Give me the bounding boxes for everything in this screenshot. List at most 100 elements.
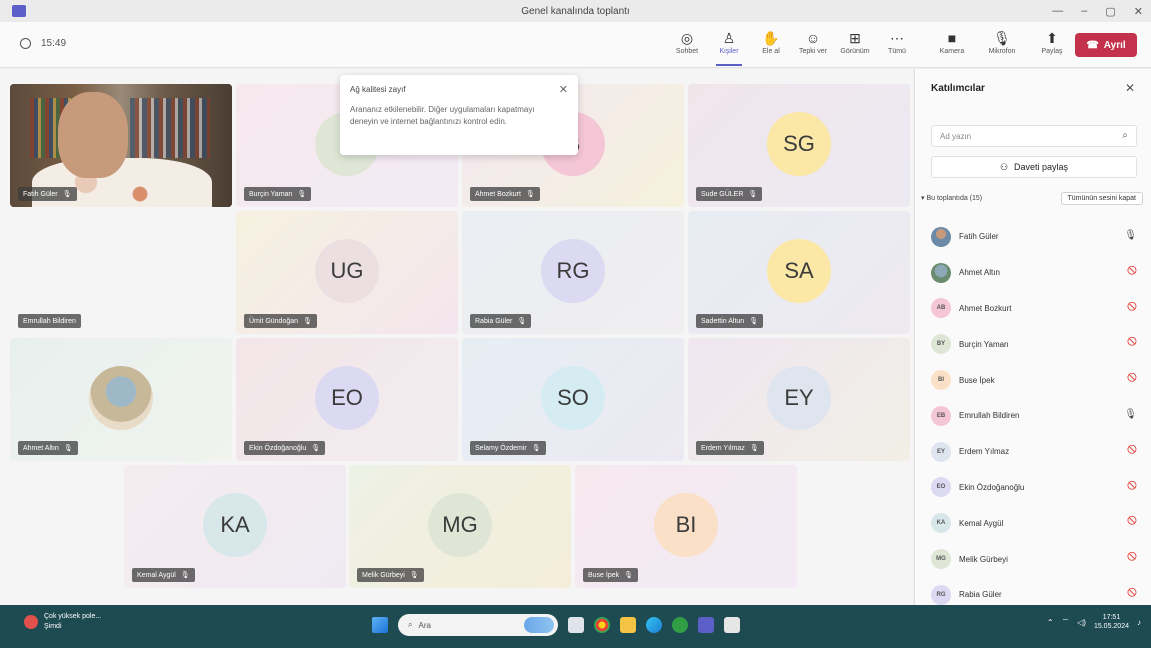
participant-row[interactable]: BI Buse İpek 🚫 <box>931 362 1137 398</box>
toolbar-people-button[interactable]: ♙ Kişiler <box>710 28 748 66</box>
toolbar-view-button[interactable]: ⊞ Görünüm <box>836 28 874 64</box>
chrome-icon[interactable] <box>594 617 610 633</box>
participant-search-input[interactable]: Ad yazın ⌕ <box>931 125 1137 147</box>
mic-off-icon[interactable]: 🚫 <box>1127 516 1137 525</box>
participant-tile[interactable]: MG Melik Gürbeyi 🎙 <box>349 465 571 588</box>
participant-name: Fatih Güler <box>959 232 999 242</box>
toolbar-chat-button[interactable]: ◎ Sohbet <box>668 28 706 64</box>
participant-tile[interactable]: Emrullah Bildiren <box>10 211 232 334</box>
participant-nametag: Sadettin Altun 🎙 <box>696 314 764 328</box>
file-explorer-icon[interactable] <box>620 617 636 633</box>
participant-row[interactable]: BY Burçin Yaman 🚫 <box>931 326 1137 362</box>
participant-name: Ahmet Altın <box>959 268 1000 278</box>
maximize-button[interactable]: ▢ <box>1105 5 1115 18</box>
section-label: Bu toplantıda (15) <box>926 195 983 202</box>
toolbar-raise-hand-label: Ele al <box>762 48 780 55</box>
toolbar-more-button[interactable]: ⋯ Tümü <box>878 28 916 64</box>
participant-row[interactable]: EY Erdem Yılmaz 🚫 <box>931 434 1137 470</box>
taskbar-search[interactable]: ⌕ Ara <box>398 614 558 636</box>
mic-off-icon[interactable]: 🚫 <box>1127 373 1137 382</box>
mic-off-icon[interactable]: 🚫 <box>1127 445 1137 454</box>
participant-tile[interactable]: Fatih Güler 🎙 <box>10 84 232 207</box>
participant-nametag: Sude GÜLER 🎙 <box>696 187 763 201</box>
participant-name: Buse İpek <box>588 571 620 579</box>
phone-hangup-icon: ☎ <box>1086 39 1099 51</box>
mic-off-icon[interactable]: 🚫 <box>1127 302 1137 311</box>
participant-row[interactable]: AB Ahmet Bozkurt 🚫 <box>931 291 1137 327</box>
mic-icon: 🎙 <box>517 318 527 325</box>
mic-off-icon[interactable]: 🚫 <box>1127 588 1137 597</box>
mic-off-icon[interactable]: 🚫 <box>1127 266 1137 275</box>
participant-tile[interactable]: Ahmet Altın 🎙 <box>10 338 232 461</box>
avatar <box>931 226 951 247</box>
close-window-button[interactable]: ✕ <box>1134 5 1143 18</box>
participant-tile[interactable]: KA Kemal Aygül 🎙 <box>124 465 346 588</box>
mic-icon: 🎙 <box>297 191 307 198</box>
close-icon[interactable]: ✕ <box>559 83 568 96</box>
weather-widget[interactable]: Çok yüksek pole... Şimdi <box>24 612 101 632</box>
minimize-button[interactable]: – <box>1081 5 1087 17</box>
participant-name: Kemal Aygül <box>137 571 176 579</box>
mic-icon[interactable]: 🎙 <box>1124 230 1137 241</box>
mic-off-icon[interactable]: 🚫 <box>1127 481 1137 490</box>
participant-tile[interactable]: EY Erdem Yılmaz 🎙 <box>688 338 910 461</box>
leave-button[interactable]: ☎ Ayrıl <box>1075 33 1137 57</box>
participant-row[interactable]: Fatih Güler 🎙 <box>931 219 1137 255</box>
participant-name: Buse İpek <box>959 375 995 385</box>
mic-label: Mikrofon <box>988 48 1016 55</box>
avatar: EO <box>315 365 379 430</box>
avatar: MG <box>931 549 951 570</box>
share-invite-button[interactable]: ⚇ Daveti paylaş <box>931 156 1137 178</box>
participant-nametag: Ahmet Altın 🎙 <box>18 441 78 455</box>
network-icon[interactable]: ⌔ <box>1062 617 1070 627</box>
participant-row[interactable]: KA Kemal Aygül 🚫 <box>931 505 1137 541</box>
more-window-button[interactable]: — <box>1052 5 1063 17</box>
toolbar-more-label: Tümü <box>888 48 906 55</box>
participant-tile[interactable]: SA Sadettin Altun 🎙 <box>688 211 910 334</box>
meeting-toolbar: 15:49 ◎ Sohbet ♙ Kişiler ✋ Ele al ☺ Tepki ver ⊞ G… <box>0 22 1151 68</box>
participant-row[interactable]: EO Ekin Özdoğanoğlu 🚫 <box>931 470 1137 506</box>
volume-icon[interactable]: ◁) <box>1077 618 1086 627</box>
mic-off-icon[interactable]: 🚫 <box>1127 552 1137 561</box>
share-button[interactable]: ⬆ Paylaş <box>1032 28 1072 64</box>
participant-nametag: Kemal Aygül 🎙 <box>132 568 195 582</box>
mic-button[interactable]: 🎙 Mikrofon <box>982 28 1022 64</box>
clock[interactable]: 17:51 15.05.2024 <box>1094 613 1129 631</box>
chevron-up-icon[interactable]: ⌃ <box>1047 618 1054 627</box>
bell-icon[interactable]: ♪ <box>1137 618 1141 627</box>
windows-taskbar: Çok yüksek pole... Şimdi ⌕ Ara ⌃ ⌔ ◁) 17… <box>0 605 1151 648</box>
section-toggle[interactable]: ▾ Bu toplantıda (15) <box>921 194 982 202</box>
participant-row[interactable]: MG Melik Gürbeyi 🚫 <box>931 541 1137 577</box>
shield-icon <box>20 38 31 49</box>
participant-tile[interactable]: RG Rabia Güler 🎙 <box>462 211 684 334</box>
toolbar-raise-hand-button[interactable]: ✋ Ele al <box>752 28 790 64</box>
task-view-icon[interactable] <box>568 617 584 633</box>
camera-button[interactable]: ■ Kamera <box>932 28 972 64</box>
participant-tile[interactable]: EO Ekin Özdoğanoğlu 🎙 <box>236 338 458 461</box>
participant-row[interactable]: Ahmet Altın 🚫 <box>931 255 1137 291</box>
windows-start-icon[interactable] <box>372 617 388 633</box>
participant-name: Ahmet Altın <box>23 444 59 452</box>
xbox-icon[interactable] <box>672 617 688 633</box>
participant-row[interactable]: EB Emrullah Bildiren 🎙 <box>931 398 1137 434</box>
participant-tile[interactable]: UG Ümit Gündoğan 🎙 <box>236 211 458 334</box>
close-icon[interactable]: ✕ <box>1125 81 1135 95</box>
mic-icon[interactable]: 🎙 <box>1124 409 1137 420</box>
participant-tile[interactable]: SG Sude GÜLER 🎙 <box>688 84 910 207</box>
mic-off-icon[interactable]: 🚫 <box>1127 337 1137 346</box>
participant-tile[interactable]: BI Buse İpek 🎙 <box>575 465 797 588</box>
avatar: RG <box>541 238 605 303</box>
leave-label: Ayrıl <box>1103 39 1126 51</box>
search-placeholder: Ad yazın <box>940 132 972 141</box>
participant-name: Selamy Özdemir <box>475 444 527 452</box>
edge-icon[interactable] <box>646 617 662 633</box>
avatar: SG <box>767 111 831 176</box>
participant-tile[interactable]: SO Selamy Özdemir 🎙 <box>462 338 684 461</box>
mute-all-button[interactable]: Tümünün sesini kapat <box>1060 191 1143 205</box>
person-face <box>58 92 128 178</box>
toolbar-chat-label: Sohbet <box>675 48 699 55</box>
app-icon[interactable] <box>724 617 740 633</box>
mic-icon: 🎙 <box>180 572 190 579</box>
toolbar-react-button[interactable]: ☺ Tepki ver <box>794 28 832 64</box>
teams-icon[interactable] <box>698 617 714 633</box>
